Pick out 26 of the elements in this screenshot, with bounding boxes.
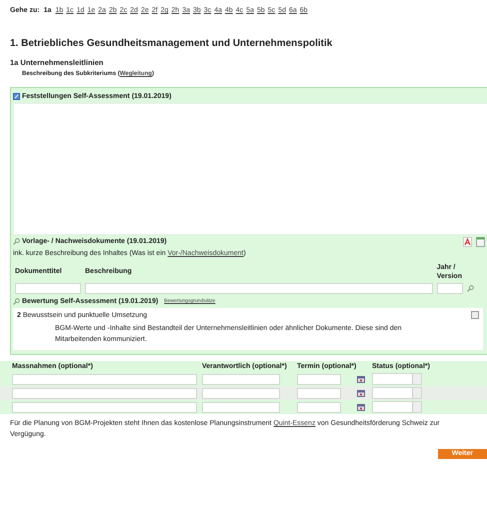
status-select[interactable] [372, 387, 422, 400]
date-field[interactable] [297, 374, 341, 385]
input-field[interactable] [12, 388, 197, 399]
calendar-icon[interactable] [357, 404, 365, 411]
pdf-icon[interactable] [463, 236, 472, 247]
page-heading: 1. Betriebliches Gesundheitsmanagement und Unternehmenspolitik [10, 37, 334, 50]
input-field[interactable] [202, 402, 280, 413]
calendar-icon[interactable] [357, 390, 365, 397]
calendar-icon[interactable] [357, 376, 365, 383]
input-field[interactable] [85, 283, 433, 294]
input-field[interactable] [436, 283, 463, 294]
status-select[interactable] [372, 373, 422, 386]
input-field[interactable] [12, 374, 197, 385]
input-field[interactable] [15, 283, 81, 294]
input-field[interactable] [12, 402, 197, 413]
status-select[interactable] [372, 401, 422, 414]
magnifier-icon [466, 284, 474, 292]
magnifier-icon [13, 238, 20, 246]
dropdown-button[interactable] [471, 311, 479, 320]
input-field[interactable] [202, 374, 280, 385]
date-field[interactable] [297, 388, 341, 399]
edit-icon [13, 92, 20, 100]
date-field[interactable] [297, 402, 341, 413]
input-field[interactable] [202, 388, 280, 399]
document-icon[interactable] [476, 236, 485, 247]
magnifier-icon [13, 298, 20, 306]
